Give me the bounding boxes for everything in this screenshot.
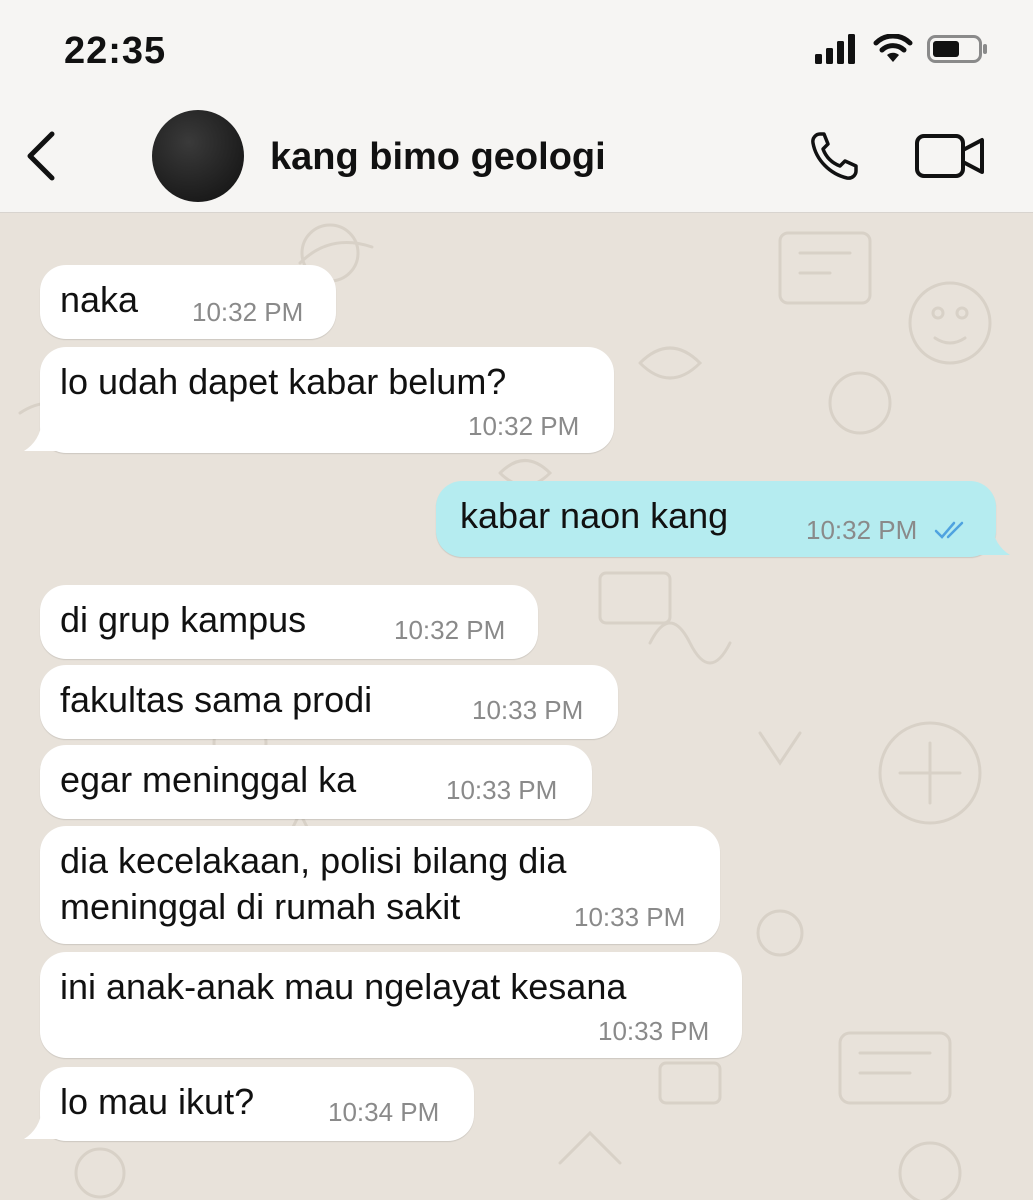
bubble-tail [24,1109,62,1139]
message-time: 10:32 PM [192,297,304,327]
video-call-icon [915,134,984,178]
wifi-icon [873,34,913,62]
message-time: 10:33 PM [446,775,558,805]
back-icon [27,131,55,181]
phone-icon [811,132,858,180]
message-bubble-outgoing[interactable]: kabar naon kang 10:32 PM [436,481,996,557]
status-bar: 22:35 [0,0,1033,100]
chat-area[interactable]: naka 10:32 PM lo udah dapet kabar belum?… [0,213,1033,1200]
message-time: 10:34 PM [328,1097,440,1127]
message-bubble-incoming[interactable]: di grup kampus 10:32 PM [40,585,538,659]
message-time: 10:33 PM [574,902,686,932]
message-bubble-incoming[interactable]: dia kecelakaan, polisi bilang dia mening… [40,826,720,944]
message-text-line: dia kecelakaan, polisi bilang dia [60,840,567,881]
message-text-line: meninggal di rumah sakit [60,886,461,927]
message-text: naka [60,279,139,320]
signal-icon [815,34,855,64]
message-time: 10:33 PM [598,1016,710,1046]
message-text: lo mau ikut? [60,1081,255,1122]
message-text: fakultas sama prodi [60,679,373,720]
message-bubble-incoming[interactable]: fakultas sama prodi 10:33 PM [40,665,618,739]
message-text: lo udah dapet kabar belum? [60,361,507,402]
contact-avatar[interactable] [152,110,244,202]
message-time: 10:33 PM [472,695,584,725]
message-bubble-incoming[interactable]: ini anak-anak mau ngelayat kesana 10:33 … [40,952,742,1058]
bubble-tail [24,421,62,451]
battery-icon [927,35,987,63]
message-text: di grup kampus [60,599,307,640]
read-receipt-icon [934,521,964,539]
voice-call-button[interactable] [806,128,866,184]
message-text: kabar naon kang [460,495,729,536]
message-bubble-incoming[interactable]: lo udah dapet kabar belum? 10:32 PM [40,347,614,453]
video-call-button[interactable] [914,132,986,180]
status-icons [815,34,989,64]
message-bubble-incoming[interactable]: naka 10:32 PM [40,265,336,339]
message-bubble-incoming[interactable]: egar meninggal ka 10:33 PM [40,745,592,819]
contact-name[interactable]: kang bimo geologi [270,136,606,179]
message-text: egar meninggal ka [60,759,357,800]
message-time: 10:32 PM [468,411,580,441]
back-button[interactable] [22,128,62,184]
message-bubble-incoming[interactable]: lo mau ikut? 10:34 PM [40,1067,474,1141]
chat-header: kang bimo geologi [0,100,1033,213]
status-time: 22:35 [64,30,167,72]
bubble-tail [976,525,1010,555]
message-text: ini anak-anak mau ngelayat kesana [60,966,627,1007]
message-time: 10:32 PM [394,615,506,645]
message-time: 10:32 PM [806,515,918,545]
